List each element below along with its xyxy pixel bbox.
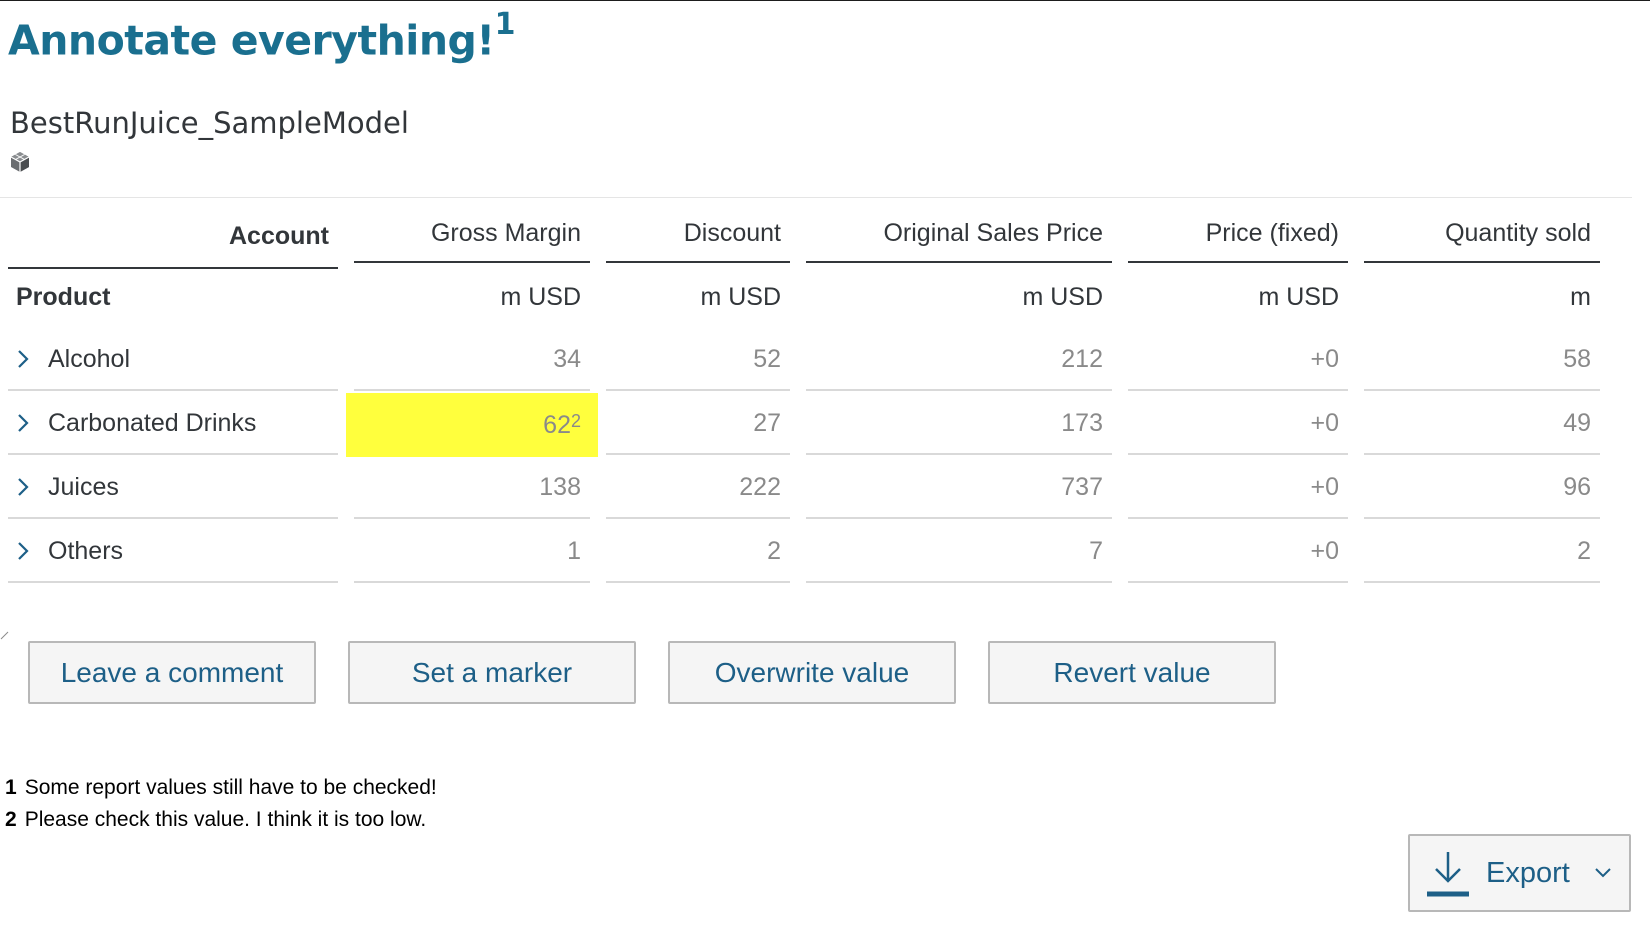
row-label-others[interactable]: Others	[8, 521, 338, 583]
row-label-text: Carbonated Drinks	[48, 408, 257, 437]
cell-others-discount[interactable]: 2	[606, 521, 790, 583]
cell-juices-quantity-sold[interactable]: 96	[1364, 457, 1600, 519]
header-original-sales-price[interactable]: Original Sales Price	[806, 206, 1112, 263]
header-quantity-sold[interactable]: Quantity sold	[1364, 206, 1600, 263]
download-icon	[1427, 852, 1469, 897]
unit-original-sales-price: m USD	[1022, 282, 1103, 311]
cell-value: 62	[543, 410, 571, 439]
cell-alcohol-gross-margin[interactable]: 34	[354, 329, 590, 391]
cell-others-original-sales-price[interactable]: 7	[806, 521, 1112, 583]
chevron-right-icon[interactable]	[16, 476, 30, 498]
unit-gross-margin: m USD	[500, 282, 581, 311]
cell-carbonated-drinks-price-fixed[interactable]: +0	[1128, 393, 1348, 455]
cell-juices-discount[interactable]: 222	[606, 457, 790, 519]
row-label-text: Others	[48, 536, 124, 565]
model-name: BestRunJuice_SampleModel	[10, 106, 409, 140]
cell-alcohol-quantity-sold[interactable]: 58	[1364, 329, 1600, 391]
title-footnote-ref: 1	[494, 7, 516, 42]
chevron-right-icon[interactable]	[16, 412, 30, 434]
page-title-text: Annotate everything!	[8, 16, 495, 65]
cell-carbonated-drinks-original-sales-price[interactable]: 173	[806, 393, 1112, 455]
cell-others-price-fixed[interactable]: +0	[1128, 521, 1348, 583]
export-label: Export	[1486, 856, 1570, 889]
chevron-down-icon[interactable]	[1594, 867, 1612, 879]
cell-carbonated-drinks-discount[interactable]: 27	[606, 393, 790, 455]
cell-juices-original-sales-price[interactable]: 737	[806, 457, 1112, 519]
header-discount[interactable]: Discount	[606, 206, 790, 263]
header-price-fixed[interactable]: Price (fixed)	[1128, 206, 1348, 263]
footnote-text: Some report values still have to be chec…	[24, 776, 437, 799]
cell-others-gross-margin[interactable]: 1	[354, 521, 590, 583]
page-title: Annotate everything!1	[8, 7, 515, 65]
cell-alcohol-price-fixed[interactable]: +0	[1128, 329, 1348, 391]
cell-alcohol-original-sales-price[interactable]: 212	[806, 329, 1112, 391]
cube-icon	[10, 152, 30, 172]
cell-alcohol-discount[interactable]: 52	[606, 329, 790, 391]
row-label-text: Alcohol	[48, 344, 130, 373]
cell-others-quantity-sold[interactable]: 2	[1364, 521, 1600, 583]
export-button[interactable]: Export	[1408, 834, 1631, 912]
unit-discount: m USD	[700, 282, 781, 311]
chevron-right-icon[interactable]	[16, 348, 30, 370]
cell-carbonated-drinks-quantity-sold[interactable]: 49	[1364, 393, 1600, 455]
unit-quantity-sold: m	[1570, 282, 1591, 311]
set-marker-button[interactable]: Set a marker	[348, 641, 636, 704]
row-label-text: Juices	[48, 472, 119, 501]
row-label-carbonated-drinks[interactable]: Carbonated Drinks	[8, 393, 338, 455]
leave-comment-button[interactable]: Leave a comment	[28, 641, 316, 704]
unit-price-fixed: m USD	[1258, 282, 1339, 311]
cell-juices-price-fixed[interactable]: +0	[1128, 457, 1348, 519]
header-product: Product	[16, 282, 111, 311]
cell-carbonated-drinks-gross-margin[interactable]: 62 2	[346, 393, 598, 457]
footnote-text: Please check this value. I think it is t…	[24, 808, 427, 831]
cell-juices-gross-margin[interactable]: 138	[354, 457, 590, 519]
footnote-number: 1	[5, 776, 17, 799]
divider	[0, 197, 1632, 198]
row-label-juices[interactable]: Juices	[8, 457, 338, 519]
footnote-1: 1 Some report values still have to be che…	[5, 776, 437, 800]
header-gross-margin[interactable]: Gross Margin	[354, 206, 590, 263]
row-label-alcohol[interactable]: Alcohol	[8, 329, 338, 391]
cell-annotation-ref: 2	[570, 410, 581, 431]
header-account: Account	[8, 206, 338, 269]
footnote-2: 2 Please check this value. I think it is …	[5, 808, 426, 832]
resize-handle-icon[interactable]	[0, 631, 9, 640]
chevron-right-icon[interactable]	[16, 540, 30, 562]
footnote-number: 2	[5, 808, 17, 831]
overwrite-value-button[interactable]: Overwrite value	[668, 641, 956, 704]
revert-value-button[interactable]: Revert value	[988, 641, 1276, 704]
